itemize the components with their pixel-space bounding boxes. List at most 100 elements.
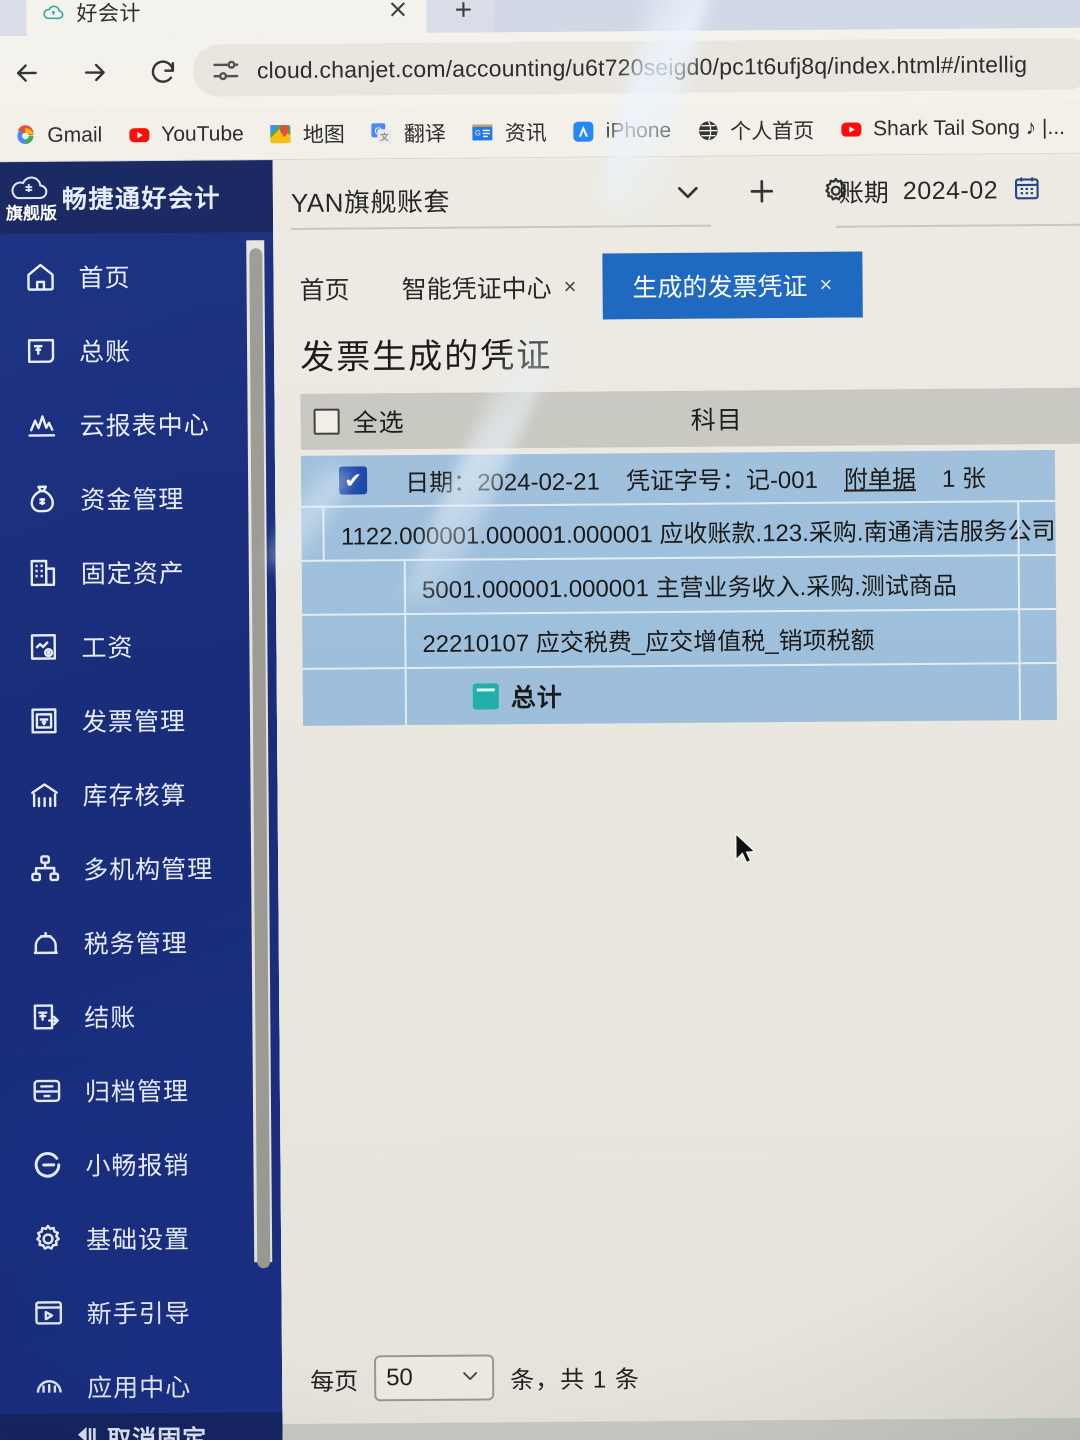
column-header-subject: 科目 bbox=[690, 406, 743, 435]
sidebar-item-tax[interactable]: 税务管理 bbox=[0, 904, 279, 980]
sidebar-item-label: 云报表中心 bbox=[79, 411, 210, 441]
sidebar-item-payroll[interactable]: 工资 bbox=[0, 608, 277, 684]
tax-icon bbox=[28, 925, 64, 961]
sidebar-item-cloud-reports[interactable]: 云报表中心 bbox=[0, 386, 275, 462]
attachment-link[interactable]: 附单据 bbox=[844, 459, 916, 495]
new-tab-button[interactable]: + bbox=[436, 0, 490, 33]
reimburse-icon bbox=[29, 1147, 65, 1183]
sidebar-item-label: 工资 bbox=[81, 634, 134, 663]
sidebar: 旗舰版 畅捷通好会计 首页 总账 云报表中心 资金管理 固定资产 工资 发票管理… bbox=[0, 160, 283, 1440]
tab-smart-voucher-center[interactable]: 智能凭证中心 × bbox=[375, 254, 602, 322]
sidebar-item-label: 多机构管理 bbox=[83, 855, 214, 885]
voucher-number-label: 凭证字号： bbox=[625, 466, 746, 495]
youtube-icon bbox=[126, 122, 152, 148]
bookmark-label: 资讯 bbox=[504, 121, 547, 145]
google-maps-icon bbox=[268, 120, 294, 146]
sidebar-item-beginner-guide[interactable]: 新手引导 bbox=[0, 1274, 282, 1350]
sidebar-item-settlement[interactable]: 结账 bbox=[0, 978, 280, 1054]
select-all-label: 全选 bbox=[352, 409, 405, 438]
reload-icon[interactable] bbox=[135, 44, 191, 100]
cloud-icon bbox=[40, 0, 66, 26]
settle-icon bbox=[28, 999, 64, 1035]
voucher-entry-line: 1122.000001.000001.000001 应收账款.123.采购.南通… bbox=[301, 499, 1056, 560]
voucher-entry-line: 5001.000001.000001 主营业务收入.采购.测试商品 bbox=[301, 553, 1057, 614]
collapse-icon bbox=[73, 1421, 99, 1440]
application-area: 旗舰版 畅捷通好会计 首页 总账 云报表中心 资金管理 固定资产 工资 发票管理… bbox=[0, 153, 1080, 1440]
bookmark-gmail[interactable]: Gmail bbox=[3, 118, 111, 153]
sidebar-item-inventory[interactable]: 库存核算 bbox=[0, 756, 278, 832]
voucher-entry-subject: 5001.000001.000001 主营业务收入.采购.测试商品 bbox=[421, 572, 957, 604]
svg-text:G: G bbox=[475, 128, 481, 137]
sidebar-item-basic-settings[interactable]: 基础设置 bbox=[0, 1200, 281, 1276]
voucher-date: 日期：2024-02-21 bbox=[405, 461, 600, 498]
column-divider bbox=[1017, 556, 1021, 609]
address-bar[interactable]: cloud.chanjet.com/accounting/u6t720seigd… bbox=[192, 37, 1080, 97]
pagination: 每页 50 条，共 1 条 bbox=[310, 1353, 640, 1402]
forward-arrow-icon[interactable] bbox=[67, 44, 123, 100]
voucher-entry-line: 22210107 应交税费_应交增值税_销项税额 bbox=[302, 607, 1057, 668]
tune-icon[interactable] bbox=[209, 53, 243, 87]
bookmark-youtube[interactable]: YouTube bbox=[117, 117, 253, 152]
bookmark-label: 翻译 bbox=[403, 122, 446, 146]
sidebar-item-funds[interactable]: 资金管理 bbox=[0, 460, 276, 536]
line-gutter bbox=[302, 615, 407, 668]
bookmark-maps[interactable]: 地图 bbox=[259, 114, 354, 153]
column-divider bbox=[1018, 664, 1022, 721]
google-translate-icon: G 文 bbox=[369, 120, 395, 146]
voucher-grid: 全选 科目 ✔ 日期：2024-02-21 凭证字号：记-001 附单据 1 张… bbox=[300, 387, 1080, 726]
bookmark-personal-home[interactable]: 个人首页 bbox=[686, 110, 823, 149]
sidebar-menu: 首页 总账 云报表中心 资金管理 固定资产 工资 发票管理 库存核算 多机构管理… bbox=[0, 232, 282, 1424]
column-divider bbox=[1017, 502, 1020, 555]
bookmark-label: iPhone bbox=[605, 118, 672, 143]
view-tabs: 首页 智能凭证中心 × 生成的发票凭证 × bbox=[273, 242, 1080, 322]
per-page-select[interactable]: 50 bbox=[373, 1354, 495, 1402]
archive-icon bbox=[29, 1073, 65, 1109]
account-set-name[interactable]: YAN旗舰账套 bbox=[291, 181, 450, 219]
sidebar-item-label: 资金管理 bbox=[80, 485, 185, 515]
gmail-icon bbox=[12, 122, 38, 148]
sidebar-item-home[interactable]: 首页 bbox=[0, 238, 274, 314]
close-icon[interactable]: × bbox=[819, 272, 832, 298]
select-all-checkbox[interactable] bbox=[301, 408, 353, 435]
bookmark-label: Shark Tail Song ♪ |... bbox=[873, 115, 1066, 140]
back-arrow-icon[interactable] bbox=[0, 45, 55, 101]
sidebar-item-invoice-management[interactable]: 发票管理 bbox=[0, 682, 277, 758]
bookmark-news[interactable]: G 资讯 bbox=[461, 112, 556, 151]
line-gutter bbox=[301, 561, 407, 614]
bookmark-iphone[interactable]: iPhone bbox=[562, 113, 681, 148]
close-icon[interactable]: × bbox=[564, 274, 577, 300]
calendar-icon[interactable] bbox=[1012, 173, 1042, 208]
voucher-total-label: 总计 bbox=[510, 683, 563, 713]
sidebar-item-reimbursement[interactable]: 小畅报销 bbox=[0, 1126, 281, 1202]
checkbox-box bbox=[313, 408, 340, 435]
sidebar-item-archive[interactable]: 归档管理 bbox=[0, 1052, 280, 1128]
bookmark-translate[interactable]: G 文 翻译 bbox=[360, 113, 455, 152]
tab-label: 生成的发票凭证 bbox=[632, 272, 808, 303]
unpin-sidebar-button[interactable]: 取消固定 bbox=[0, 1412, 283, 1440]
home-icon bbox=[22, 259, 58, 295]
bookmark-label: YouTube bbox=[161, 121, 244, 146]
row-checkbox[interactable]: ✔ bbox=[301, 466, 405, 495]
invoice-icon bbox=[26, 703, 62, 739]
voucher-meta: 日期：2024-02-21 凭证字号：记-001 附单据 1 张 bbox=[405, 458, 986, 498]
sidebar-item-multi-org[interactable]: 多机构管理 bbox=[0, 830, 278, 906]
voucher-number: 凭证字号：记-001 bbox=[626, 459, 818, 496]
grid-body: ✔ 日期：2024-02-21 凭证字号：记-001 附单据 1 张 1122.… bbox=[300, 449, 1080, 726]
line-gutter bbox=[302, 669, 408, 726]
apps-icon bbox=[31, 1369, 67, 1405]
bookmark-shark-tail-song[interactable]: Shark Tail Song ♪ |... bbox=[829, 110, 1074, 146]
attachment-count: 1 张 bbox=[941, 465, 987, 493]
table-row[interactable]: ✔ 日期：2024-02-21 凭证字号：记-001 附单据 1 张 1122.… bbox=[300, 449, 1058, 726]
plus-icon[interactable] bbox=[743, 172, 781, 210]
chevron-down-icon bbox=[458, 1363, 482, 1392]
browser-tab[interactable]: 好会计 × bbox=[26, 0, 427, 37]
close-icon[interactable]: × bbox=[387, 0, 408, 23]
org-tree-icon bbox=[27, 851, 63, 887]
sidebar-item-fixed-assets[interactable]: 固定资产 bbox=[0, 534, 276, 610]
sidebar-item-general-ledger[interactable]: 总账 bbox=[0, 312, 274, 388]
period-control[interactable]: 账期 2024-02 bbox=[839, 172, 1043, 210]
chevron-down-icon[interactable] bbox=[669, 173, 707, 211]
tab-generated-invoice-voucher[interactable]: 生成的发票凭证 × bbox=[602, 251, 863, 320]
sidebar-item-label: 小畅报销 bbox=[85, 1151, 190, 1181]
tab-home[interactable]: 首页 bbox=[273, 255, 376, 322]
